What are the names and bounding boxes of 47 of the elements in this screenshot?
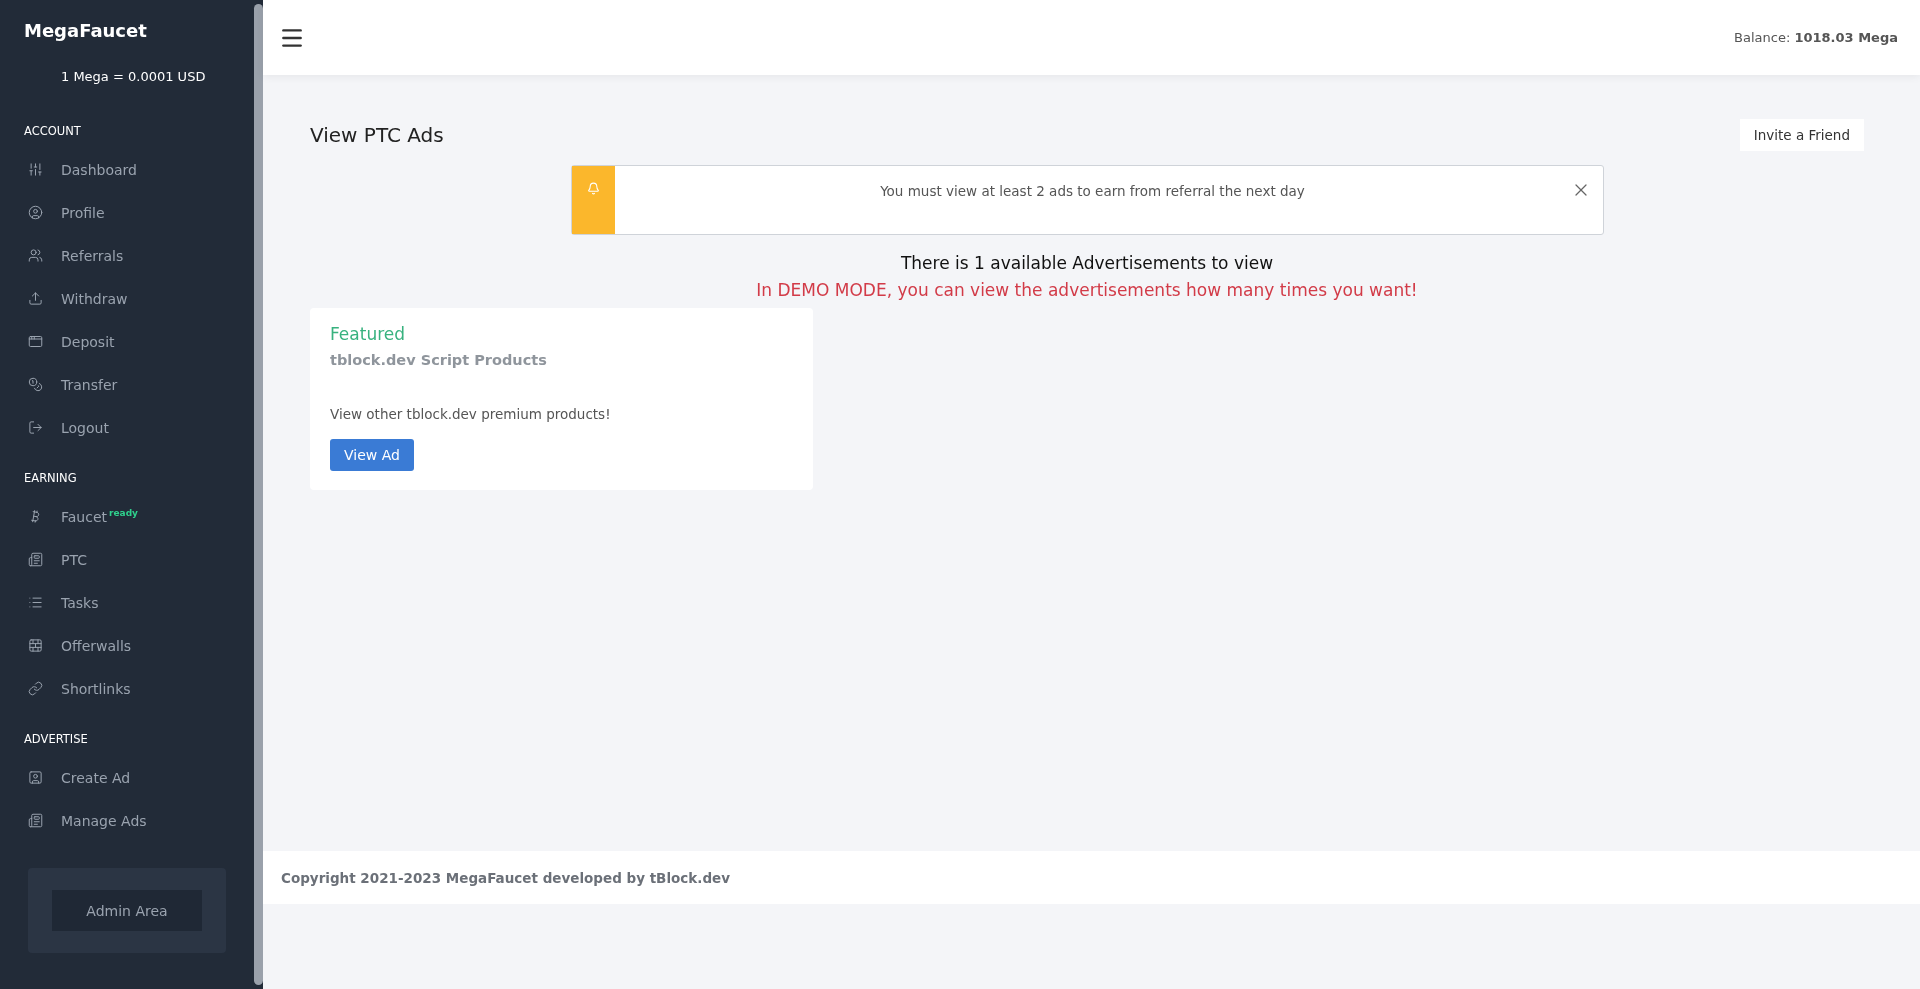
- link-icon: [28, 681, 43, 696]
- sidebar-item[interactable]: Transfer: [0, 363, 254, 406]
- upload-icon: [28, 291, 43, 306]
- users-icon: [28, 248, 43, 263]
- sidebar-item[interactable]: Offerwalls: [0, 624, 254, 667]
- logout-icon: [28, 420, 43, 435]
- sidebar-item[interactable]: Profile: [0, 191, 254, 234]
- sidebar-item[interactable]: Tasks: [0, 581, 254, 624]
- coins-icon: [28, 377, 43, 392]
- bell-icon: [586, 182, 600, 195]
- balance-text: Balance: 1018.03 Mega: [1734, 30, 1898, 45]
- sliders-icon: [28, 162, 43, 177]
- list-icon: [28, 595, 43, 610]
- portrait-icon: [28, 770, 43, 785]
- copyright-text: Copyright 2021-2023 MegaFaucet developed by tBlock.dev: [281, 869, 731, 886]
- section-heading: ACCOUNT: [23, 124, 82, 138]
- sidebar-item[interactable]: Referrals: [0, 234, 254, 277]
- sidebar-item[interactable]: PTC: [0, 538, 254, 581]
- alert-text: You must view at least 2 ads to earn from referral the next day: [879, 182, 1306, 201]
- ad-title: tblock.dev Script Products: [330, 352, 548, 368]
- sidebar-item[interactable]: Faucet$^{ready}$: [0, 495, 254, 538]
- view-ad-button[interactable]: View Ad: [330, 439, 414, 471]
- section-heading: EARNING: [23, 471, 78, 485]
- scrollbar[interactable]: [254, 4, 263, 985]
- section-heading: ADVERTISE: [23, 732, 89, 746]
- window-icon: [28, 334, 43, 349]
- page-title: View PTC Ads: [310, 123, 444, 147]
- ad-tag: Featured: [330, 324, 793, 344]
- sidebar-item[interactable]: Logout: [0, 406, 254, 449]
- sidebar-item[interactable]: Withdraw: [0, 277, 254, 320]
- sidebar-item[interactable]: Manage Ads: [0, 799, 254, 842]
- demo-mode-text: In DEMO MODE, you can view the advertisements how many times you want!: [755, 280, 1419, 300]
- document-icon: [28, 813, 43, 828]
- sidebar-item[interactable]: Dashboard: [0, 148, 254, 191]
- sidebar-item[interactable]: Shortlinks: [0, 667, 254, 710]
- brick-wall-icon: [28, 638, 43, 653]
- user-circle-icon: [28, 205, 43, 220]
- admin-area-button[interactable]: Admin Area: [52, 890, 202, 931]
- available-ads-text: There is 1 available Advertisements to view: [899, 253, 1275, 273]
- exchange-rate: 1 Mega = 0.0001 USD: [60, 69, 207, 84]
- sidebar-item[interactable]: Deposit: [0, 320, 254, 363]
- invite-button[interactable]: Invite a Friend: [1739, 119, 1864, 151]
- ad-description: View other tblock.dev premium products!: [330, 406, 612, 422]
- status-label: ready: [109, 508, 138, 519]
- brand-title: MegaFaucet: [23, 20, 148, 41]
- sidebar-item[interactable]: Create Ad: [0, 756, 254, 799]
- ad-icon: [28, 552, 43, 567]
